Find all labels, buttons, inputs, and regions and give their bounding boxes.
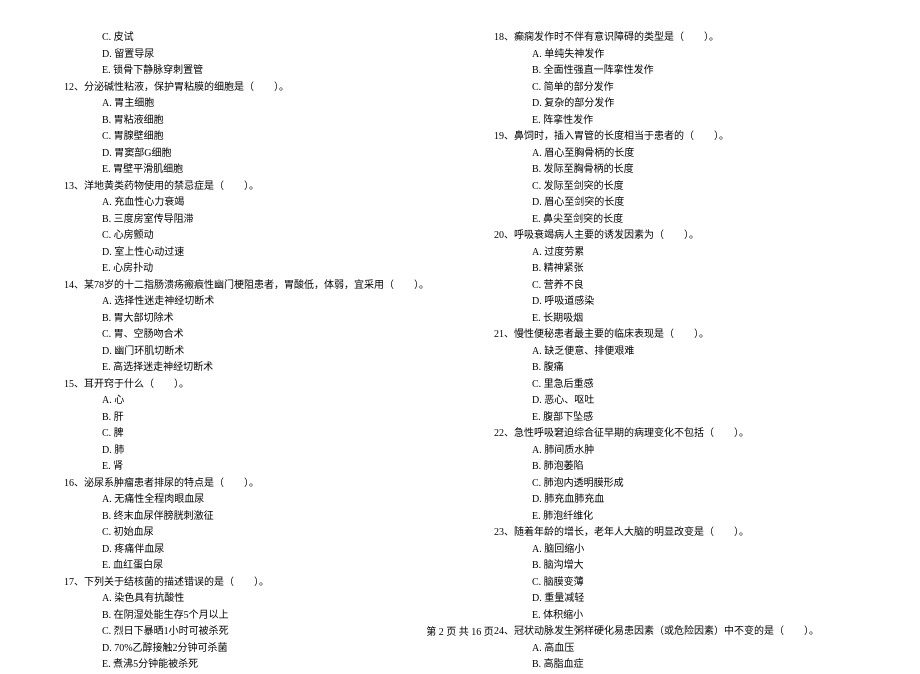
option: D. 肺充血肺充血 xyxy=(490,492,860,509)
question-18: 18、癫痫发作时不伴有意识障碍的类型是（ ）。 xyxy=(490,30,860,47)
option: A. 脑回缩小 xyxy=(490,542,860,559)
option: A. 高血压 xyxy=(490,641,860,658)
option: E. 血红蛋白尿 xyxy=(60,558,430,575)
option: E. 腹部下坠感 xyxy=(490,410,860,427)
option: E. 鼻尖至剑突的长度 xyxy=(490,212,860,229)
option: E. 体积缩小 xyxy=(490,608,860,625)
option: C. 脑膜变薄 xyxy=(490,575,860,592)
option: D. 眉心至剑突的长度 xyxy=(490,195,860,212)
option: B. 高脂血症 xyxy=(490,657,860,674)
option: C. 胃、空肠吻合术 xyxy=(60,327,430,344)
option: C. 里急后重感 xyxy=(490,377,860,394)
option: A. 肺间质水肿 xyxy=(490,443,860,460)
two-column-layout: C. 皮试 D. 留置导尿 E. 锁骨下静脉穿刺置管 12、分泌碱性粘液，保护胃… xyxy=(60,30,860,674)
option: E. 心房扑动 xyxy=(60,261,430,278)
option: E. 胃壁平滑肌细胞 xyxy=(60,162,430,179)
option: C. 皮试 xyxy=(60,30,430,47)
option: B. 肺泡萎陷 xyxy=(490,459,860,476)
option: B. 发际至胸骨柄的长度 xyxy=(490,162,860,179)
option: A. 充血性心力衰竭 xyxy=(60,195,430,212)
option: A. 过度劳累 xyxy=(490,245,860,262)
option: B. 胃粘液细胞 xyxy=(60,113,430,130)
option: B. 肝 xyxy=(60,410,430,427)
option: D. 胃窦部G细胞 xyxy=(60,146,430,163)
option: C. 简单的部分发作 xyxy=(490,80,860,97)
page-footer: 第 2 页 共 16 页 xyxy=(0,623,920,638)
option: C. 肺泡内透明膜形成 xyxy=(490,476,860,493)
question-14: 14、某78岁的十二指肠溃疡瘢痕性幽门梗阻患者，胃酸低，体弱，宜采用（ ）。 xyxy=(60,278,430,295)
option: A. 染色具有抗酸性 xyxy=(60,591,430,608)
option: C. 发际至剑突的长度 xyxy=(490,179,860,196)
option: C. 心房颤动 xyxy=(60,228,430,245)
option: C. 初始血尿 xyxy=(60,525,430,542)
question-23: 23、随着年龄的增长，老年人大脑的明显改变是（ ）。 xyxy=(490,525,860,542)
option: C. 脾 xyxy=(60,426,430,443)
option: E. 锁骨下静脉穿刺置管 xyxy=(60,63,430,80)
option: B. 胃大部切除术 xyxy=(60,311,430,328)
option: E. 高选择迷走神经切断术 xyxy=(60,360,430,377)
option: D. 复杂的部分发作 xyxy=(490,96,860,113)
question-19: 19、鼻饲时，插入胃管的长度相当于患者的（ ）。 xyxy=(490,129,860,146)
option: E. 肾 xyxy=(60,459,430,476)
option: A. 无痛性全程肉眼血尿 xyxy=(60,492,430,509)
option: A. 胃主细胞 xyxy=(60,96,430,113)
option: B. 全面性强直一阵挛性发作 xyxy=(490,63,860,80)
right-column: 18、癫痫发作时不伴有意识障碍的类型是（ ）。 A. 单纯失神发作 B. 全面性… xyxy=(490,30,860,674)
option: A. 选择性迷走神经切断术 xyxy=(60,294,430,311)
option: C. 胃腺壁细胞 xyxy=(60,129,430,146)
option: B. 精神紧张 xyxy=(490,261,860,278)
question-21: 21、慢性便秘患者最主要的临床表现是（ ）。 xyxy=(490,327,860,344)
question-22: 22、急性呼吸窘迫综合征早期的病理变化不包括（ ）。 xyxy=(490,426,860,443)
question-16: 16、泌尿系肿瘤患者排尿的特点是（ ）。 xyxy=(60,476,430,493)
option: D. 呼吸道感染 xyxy=(490,294,860,311)
question-15: 15、耳开窍于什么（ ）。 xyxy=(60,377,430,394)
option: D. 幽门环肌切断术 xyxy=(60,344,430,361)
option: D. 重量减轻 xyxy=(490,591,860,608)
question-13: 13、洋地黄类药物使用的禁忌症是（ ）。 xyxy=(60,179,430,196)
option: C. 营养不良 xyxy=(490,278,860,295)
option: B. 腹痛 xyxy=(490,360,860,377)
option: E. 煮沸5分钟能被杀死 xyxy=(60,657,430,674)
option: E. 肺泡纤维化 xyxy=(490,509,860,526)
question-17: 17、下列关于结核菌的描述错误的是（ ）。 xyxy=(60,575,430,592)
question-12: 12、分泌碱性粘液，保护胃粘膜的细胞是（ ）。 xyxy=(60,80,430,97)
option: A. 眉心至胸骨柄的长度 xyxy=(490,146,860,163)
option: E. 长期吸烟 xyxy=(490,311,860,328)
option: A. 缺乏便意、排便艰难 xyxy=(490,344,860,361)
option: B. 脑沟增大 xyxy=(490,558,860,575)
option: D. 疼痛伴血尿 xyxy=(60,542,430,559)
option: D. 室上性心动过速 xyxy=(60,245,430,262)
left-column: C. 皮试 D. 留置导尿 E. 锁骨下静脉穿刺置管 12、分泌碱性粘液，保护胃… xyxy=(60,30,430,674)
option: D. 70%乙醇接触2分钟可杀菌 xyxy=(60,641,430,658)
option: B. 三度房室传导阻滞 xyxy=(60,212,430,229)
option: B. 终末血尿伴膀胱刺激征 xyxy=(60,509,430,526)
question-20: 20、呼吸衰竭病人主要的诱发因素为（ ）。 xyxy=(490,228,860,245)
option: B. 在阴湿处能生存5个月以上 xyxy=(60,608,430,625)
option: A. 单纯失神发作 xyxy=(490,47,860,64)
option: D. 留置导尿 xyxy=(60,47,430,64)
option: A. 心 xyxy=(60,393,430,410)
option: D. 恶心、呕吐 xyxy=(490,393,860,410)
option: E. 阵挛性发作 xyxy=(490,113,860,130)
option: D. 肺 xyxy=(60,443,430,460)
